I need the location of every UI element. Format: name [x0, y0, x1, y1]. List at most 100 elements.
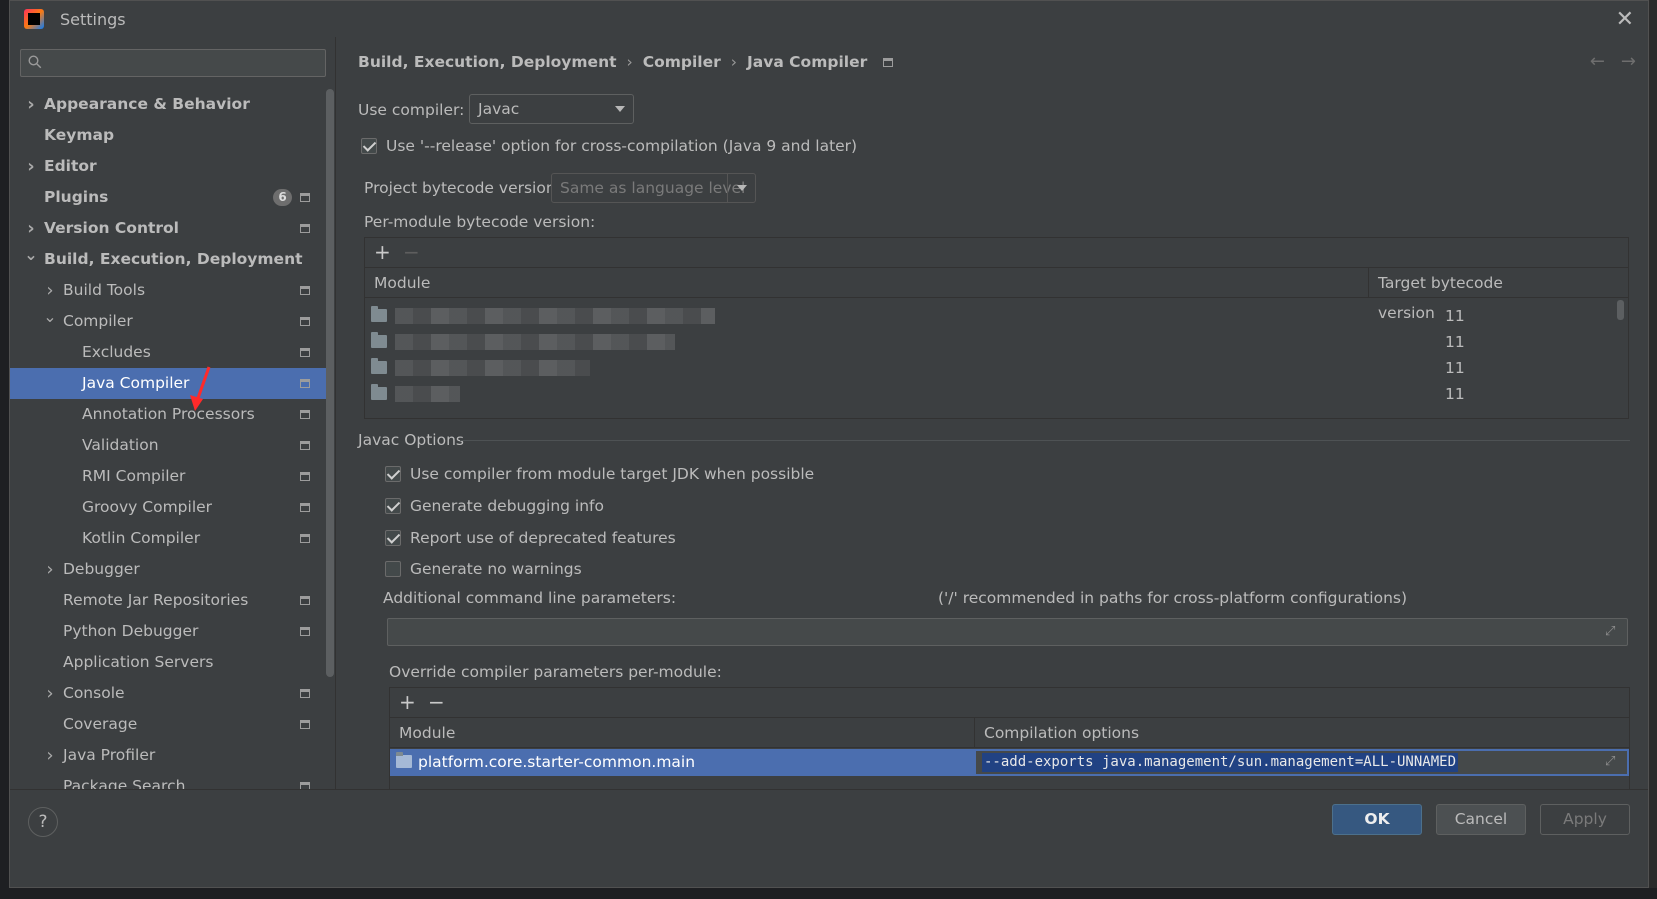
- sidebar-item-editor[interactable]: › Editor: [10, 151, 326, 182]
- project-scope-icon: [300, 317, 310, 326]
- sidebar-item-label: Validation: [82, 436, 159, 454]
- bytecode-version-cell: 11: [1445, 333, 1465, 351]
- table-scrollbar[interactable]: [1617, 300, 1624, 320]
- chevron-down-icon[interactable]: ⌄: [43, 306, 57, 328]
- add-module-button[interactable]: +: [374, 240, 391, 264]
- background-ide-bottom: [0, 888, 1657, 899]
- chevron-right-icon[interactable]: ›: [43, 740, 57, 771]
- column-header-compilation-options[interactable]: Compilation options: [974, 718, 1629, 748]
- project-scope-icon: [300, 410, 310, 419]
- sidebar-item-java-compiler[interactable]: Java Compiler: [10, 368, 326, 399]
- sidebar-item-rmi-compiler[interactable]: RMI Compiler: [10, 461, 326, 492]
- project-scope-icon: [300, 596, 310, 605]
- sidebar-item-plugins[interactable]: Plugins 6: [10, 182, 326, 213]
- close-icon[interactable]: ✕: [1616, 7, 1634, 32]
- chevron-down-icon[interactable]: ⌄: [24, 244, 38, 266]
- module-folder-icon: [371, 332, 387, 348]
- sidebar-item-build-tools[interactable]: › Build Tools: [10, 275, 326, 306]
- sidebar-item-compiler[interactable]: ⌄ Compiler: [10, 306, 326, 337]
- sidebar-item-python-debugger[interactable]: Python Debugger: [10, 616, 326, 647]
- project-scope-icon: [300, 627, 310, 636]
- apply-button[interactable]: Apply: [1540, 804, 1630, 835]
- sidebar-item-groovy-compiler[interactable]: Groovy Compiler: [10, 492, 326, 523]
- sidebar-item-label: Build Tools: [63, 281, 146, 299]
- javac-options-title: Javac Options: [358, 431, 464, 449]
- additional-params-input[interactable]: ⤢: [387, 618, 1628, 646]
- table-row[interactable]: 11: [365, 329, 1628, 355]
- no-warnings-checkbox[interactable]: [385, 561, 401, 577]
- sidebar-item-excludes[interactable]: Excludes: [10, 337, 326, 368]
- sidebar-item-console[interactable]: › Console: [10, 678, 326, 709]
- debugging-info-checkbox[interactable]: [385, 498, 401, 514]
- sidebar-item-label: Keymap: [44, 126, 115, 144]
- redacted-module-name: [395, 360, 590, 376]
- use-compiler-dropdown[interactable]: Javac: [469, 94, 634, 124]
- sidebar-item-debugger[interactable]: › Debugger: [10, 554, 326, 585]
- breadcrumb-part: Build, Execution, Deployment: [358, 53, 617, 71]
- sidebar-item-build-execution-deployment[interactable]: ⌄ Build, Execution, Deployment: [10, 244, 326, 275]
- breadcrumb: Build, Execution, Deployment › Compiler …: [358, 53, 894, 71]
- override-params-label: Override compiler parameters per-module:: [389, 663, 722, 681]
- settings-search-input[interactable]: [20, 49, 326, 77]
- chevron-right-icon[interactable]: ›: [24, 151, 38, 182]
- sidebar-item-java-profiler[interactable]: › Java Profiler: [10, 740, 326, 771]
- sidebar-item-validation[interactable]: Validation: [10, 430, 326, 461]
- sidebar-scrollbar[interactable]: [326, 89, 334, 677]
- sidebar-item-appearance-behavior[interactable]: › Appearance & Behavior: [10, 89, 326, 120]
- deprecated-features-checkbox[interactable]: [385, 530, 401, 546]
- table-row[interactable]: platform.core.starter-common.main --add-…: [390, 749, 1629, 776]
- override-module-cell[interactable]: platform.core.starter-common.main: [390, 749, 974, 776]
- column-header-module[interactable]: Module: [390, 718, 974, 748]
- sidebar-item-label: Python Debugger: [63, 622, 199, 640]
- table-toolbar: + −: [365, 238, 1628, 268]
- module-folder-icon: [396, 752, 412, 768]
- per-module-bytecode-table: + − Module Target bytecode version 11 11…: [364, 237, 1629, 419]
- sidebar-item-coverage[interactable]: Coverage: [10, 709, 326, 740]
- table-row[interactable]: 11: [365, 381, 1628, 407]
- expand-icon[interactable]: ⤢: [1605, 755, 1619, 769]
- chevron-right-icon[interactable]: ›: [43, 275, 57, 306]
- sidebar-item-kotlin-compiler[interactable]: Kotlin Compiler: [10, 523, 326, 554]
- chevron-right-icon[interactable]: ›: [24, 89, 38, 120]
- sidebar-item-label: Excludes: [82, 343, 151, 361]
- project-bytecode-dropdown[interactable]: Same as language level: [551, 173, 756, 203]
- column-header-module[interactable]: Module: [365, 268, 1368, 298]
- module-target-jdk-checkbox[interactable]: [385, 466, 401, 482]
- remove-module-button[interactable]: −: [403, 240, 420, 264]
- forward-arrow-icon[interactable]: →: [1621, 51, 1636, 72]
- settings-sidebar: › Appearance & Behavior Keymap › Editor Plugi…: [10, 37, 336, 826]
- redacted-module-name: [395, 308, 715, 324]
- table-row[interactable]: 11: [365, 303, 1628, 329]
- override-module-name: platform.core.starter-common.main: [418, 753, 696, 771]
- sidebar-item-remote-jar-repositories[interactable]: Remote Jar Repositories: [10, 585, 326, 616]
- sidebar-item-application-servers[interactable]: Application Servers: [10, 647, 326, 678]
- expand-icon[interactable]: ⤢: [1605, 625, 1619, 639]
- remove-override-button[interactable]: −: [428, 690, 445, 714]
- sidebar-item-keymap[interactable]: Keymap: [10, 120, 326, 151]
- chevron-right-icon[interactable]: ›: [43, 554, 57, 585]
- sidebar-item-label: Application Servers: [63, 653, 214, 671]
- back-arrow-icon[interactable]: ←: [1590, 51, 1605, 72]
- chevron-right-icon[interactable]: ›: [43, 678, 57, 709]
- project-scope-icon: [300, 472, 310, 481]
- column-header-target-version[interactable]: Target bytecode version: [1368, 268, 1553, 322]
- sidebar-item-label: Java Profiler: [63, 746, 156, 764]
- project-scope-icon: [300, 348, 310, 357]
- ok-button[interactable]: OK: [1332, 804, 1422, 835]
- chevron-down-icon: [737, 185, 747, 191]
- sidebar-item-label: Remote Jar Repositories: [63, 591, 249, 609]
- updates-badge: 6: [273, 189, 292, 206]
- sidebar-item-annotation-processors[interactable]: Annotation Processors: [10, 399, 326, 430]
- release-option-checkbox[interactable]: [361, 138, 377, 154]
- chevron-right-icon[interactable]: ›: [24, 213, 38, 244]
- sidebar-item-label: Kotlin Compiler: [82, 529, 201, 547]
- help-button[interactable]: ?: [28, 807, 58, 837]
- compilation-options-editor[interactable]: --add-exports java.management/sun.manage…: [974, 749, 1629, 776]
- window-title: Settings: [60, 10, 126, 29]
- no-warnings-label: Generate no warnings: [410, 560, 582, 578]
- table-row[interactable]: 11: [365, 355, 1628, 381]
- sidebar-item-version-control[interactable]: › Version Control: [10, 213, 326, 244]
- add-override-button[interactable]: +: [399, 690, 416, 714]
- cancel-button[interactable]: Cancel: [1436, 804, 1526, 835]
- title-bar: Settings ✕: [10, 1, 1648, 37]
